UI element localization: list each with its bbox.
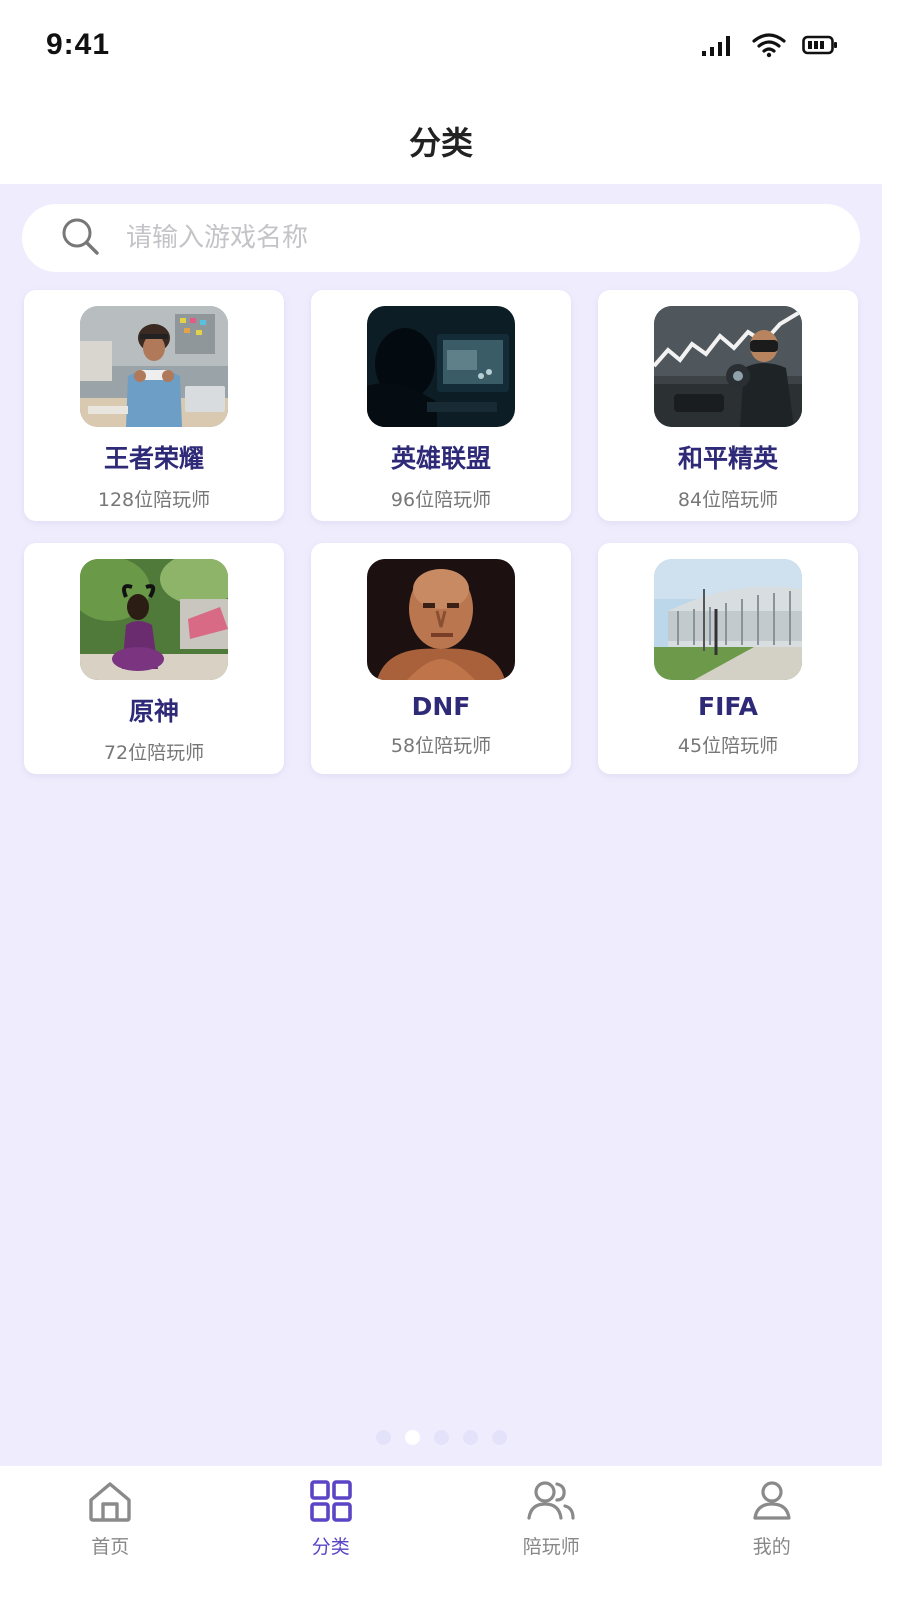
page-dot-active[interactable] xyxy=(404,1430,420,1445)
tab-label: 我的 xyxy=(752,1536,791,1558)
status-bar: 9:41 xyxy=(0,0,882,90)
game-card[interactable]: 英雄联盟 96位陪玩师 xyxy=(311,290,571,521)
game-name: 和平精英 xyxy=(677,444,778,473)
companion-count: 84位陪玩师 xyxy=(677,489,779,511)
person-playing-phone-photo xyxy=(80,306,228,427)
wifi-icon xyxy=(752,32,786,58)
page-dot[interactable] xyxy=(433,1430,449,1445)
page-dot[interactable] xyxy=(491,1430,507,1445)
companion-count: 58位陪玩师 xyxy=(390,735,492,757)
game-card[interactable]: 和平精英 84位陪玩师 xyxy=(598,290,858,521)
game-name: 原神 xyxy=(128,697,179,726)
page-dot[interactable] xyxy=(462,1430,478,1445)
status-icons xyxy=(700,32,838,58)
page-title: 分类 xyxy=(408,124,473,162)
companion-count: 45位陪玩师 xyxy=(677,735,779,757)
category-content: 王者荣耀 128位陪玩师 xyxy=(0,184,882,1466)
status-time: 9:41 xyxy=(46,28,111,61)
companion-count: 72位陪玩师 xyxy=(103,742,205,764)
game-name: 王者荣耀 xyxy=(103,444,204,473)
battery-icon xyxy=(802,34,838,56)
app-screen: 9:41 分类 请输入游戏名称 王者荣耀 128位陪玩师 英雄联盟 96位陪玩师… xyxy=(0,0,882,1600)
stadium-photo xyxy=(654,559,802,680)
page-indicator xyxy=(0,1430,882,1445)
tab-bar: 首页 分类 陪玩师 我的 xyxy=(0,1466,882,1600)
tab-label: 分类 xyxy=(311,1536,350,1558)
tab-label: 陪玩师 xyxy=(522,1536,580,1558)
game-card[interactable]: DNF 58位陪玩师 xyxy=(311,543,571,774)
companion-count: 96位陪玩师 xyxy=(390,489,492,511)
game-card[interactable]: FIFA 45位陪玩师 xyxy=(598,543,858,774)
tab-companions[interactable]: 陪玩师 xyxy=(441,1466,662,1600)
game-card[interactable]: 原神 72位陪玩师 xyxy=(24,543,284,774)
tab-category[interactable]: 分类 xyxy=(221,1466,442,1600)
game-name: FIFA xyxy=(698,692,758,721)
companion-count: 128位陪玩师 xyxy=(97,489,211,511)
game-grid: 王者荣耀 128位陪玩师 英雄联盟 96位陪玩师 和平精英 84位陪玩师 原神 … xyxy=(24,290,858,774)
gamer-at-monitor-photo xyxy=(367,306,515,427)
grid-icon xyxy=(308,1480,354,1526)
users-icon xyxy=(525,1480,577,1526)
game-card[interactable]: 王者荣耀 128位陪玩师 xyxy=(24,290,284,521)
user-icon xyxy=(749,1480,795,1526)
header: 分类 xyxy=(0,90,882,184)
page-dot[interactable] xyxy=(375,1430,391,1445)
screen-edge xyxy=(882,0,900,1600)
game-name: 英雄联盟 xyxy=(390,444,491,473)
bald-character-photo xyxy=(367,559,515,680)
search-bar[interactable] xyxy=(22,204,860,272)
vr-gamer-photo xyxy=(654,306,802,427)
search-icon xyxy=(60,216,100,260)
home-icon xyxy=(87,1480,133,1526)
tab-mine[interactable]: 我的 xyxy=(662,1466,883,1600)
game-name: DNF xyxy=(411,692,471,721)
tab-home[interactable]: 首页 xyxy=(0,1466,221,1600)
search-input[interactable] xyxy=(126,223,766,253)
tab-label: 首页 xyxy=(91,1536,130,1558)
signal-icon xyxy=(700,33,736,57)
cosplay-girl-photo xyxy=(80,559,228,680)
